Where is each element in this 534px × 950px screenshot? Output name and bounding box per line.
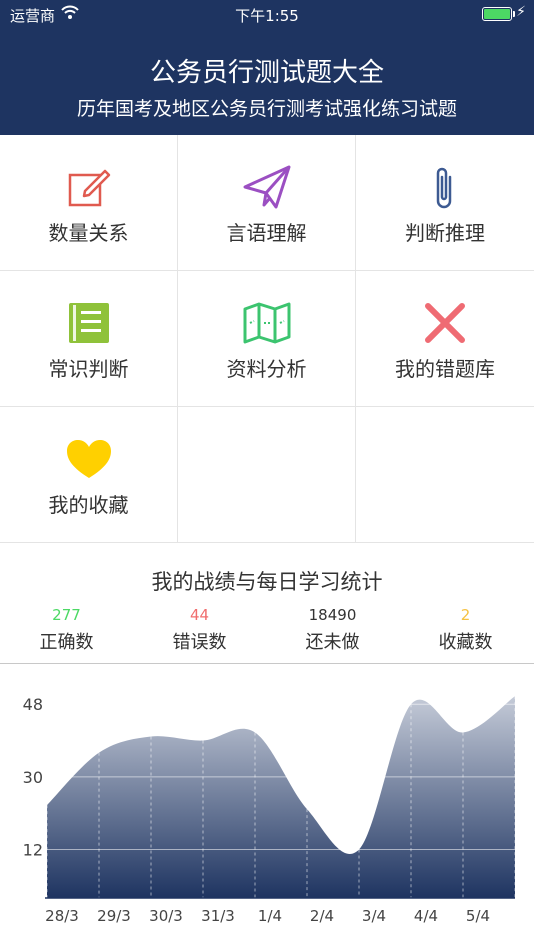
empty-cell: [356, 407, 534, 543]
category-wrong-questions[interactable]: 我的错题库: [356, 271, 534, 407]
category-label: 判断推理: [405, 221, 485, 245]
daily-study-chart: 12 30 48 28/3 29/3 30/3 31/3 1/4 2/4 3/4 4/4 5/4: [0, 664, 534, 950]
stat-favorites: 2 收藏数: [399, 604, 532, 654]
stat-label: 正确数: [39, 632, 94, 653]
map-icon: [178, 299, 355, 347]
category-label: 我的收藏: [48, 493, 129, 517]
x-tick-label: 31/3: [201, 907, 235, 925]
stat-label: 收藏数: [438, 632, 493, 653]
stat-value: 277: [52, 606, 81, 624]
notebook-icon: [0, 299, 177, 347]
x-tick-label: 1/4: [258, 907, 282, 925]
y-tick-label: 48: [23, 695, 43, 714]
series-area: [47, 696, 515, 898]
stat-value: 2: [460, 606, 471, 624]
x-tick-label: 3/4: [362, 907, 386, 925]
heart-icon: [0, 435, 177, 483]
stat-label: 还未做: [305, 632, 360, 653]
paper-plane-icon: [178, 163, 355, 211]
status-time: 下午1:55: [235, 7, 299, 25]
category-label: 资料分析: [226, 357, 307, 381]
stat-undone: 18490 还未做: [266, 604, 399, 654]
category-common-sense[interactable]: 常识判断: [0, 271, 178, 407]
x-tick-label: 28/3: [45, 907, 79, 925]
stat-value: 44: [189, 606, 210, 624]
edit-icon: [0, 163, 177, 211]
x-tick-label: 4/4: [414, 907, 438, 925]
category-grid: 数量关系 言语理解 判断推理 常识判断 资料分析 我的错题库 我的收藏: [0, 135, 534, 543]
y-tick-label: 30: [23, 768, 43, 787]
x-tick-label: 2/4: [310, 907, 334, 925]
category-favorites[interactable]: 我的收藏: [0, 407, 178, 543]
page-subtitle: 历年国考及地区公务员行测考试强化练习试题: [76, 98, 457, 120]
category-label: 数量关系: [48, 221, 129, 245]
page-title: 公务员行测试题大全: [149, 58, 384, 88]
x-tick-label: 5/4: [466, 907, 490, 925]
charging-icon: ⚡: [516, 4, 526, 20]
area-chart: 12 30 48 28/3 29/3 30/3 31/3 1/4 2/4 3/4 4/4 5/4: [23, 695, 516, 925]
category-verbal[interactable]: 言语理解: [178, 135, 356, 271]
stat-value: 18490: [308, 606, 357, 624]
category-reasoning[interactable]: 判断推理: [356, 135, 534, 271]
status-bar: 运营商 下午1:55 ⚡: [0, 0, 534, 28]
empty-cell: [178, 407, 356, 543]
category-quantity[interactable]: 数量关系: [0, 135, 178, 271]
y-tick-label: 12: [23, 841, 43, 860]
category-data-analysis[interactable]: 资料分析: [178, 271, 356, 407]
app-header: 运营商 下午1:55 ⚡ 公务员行测试题大全 历年国考及地区公务员行测考试强化练…: [0, 0, 534, 135]
category-label: 常识判断: [48, 357, 129, 381]
stat-label: 错误数: [172, 632, 227, 653]
x-tick-label: 30/3: [149, 907, 183, 925]
x-tick-label: 29/3: [97, 907, 131, 925]
stat-wrong: 44 错误数: [133, 604, 266, 654]
stat-correct: 277 正确数: [0, 604, 133, 654]
category-label: 我的错题库: [395, 357, 495, 381]
paperclip-icon: [356, 163, 534, 211]
close-x-icon: [356, 299, 534, 347]
stats-title: 我的战绩与每日学习统计: [151, 570, 383, 594]
category-label: 言语理解: [226, 221, 307, 245]
battery-icon: [482, 7, 515, 21]
